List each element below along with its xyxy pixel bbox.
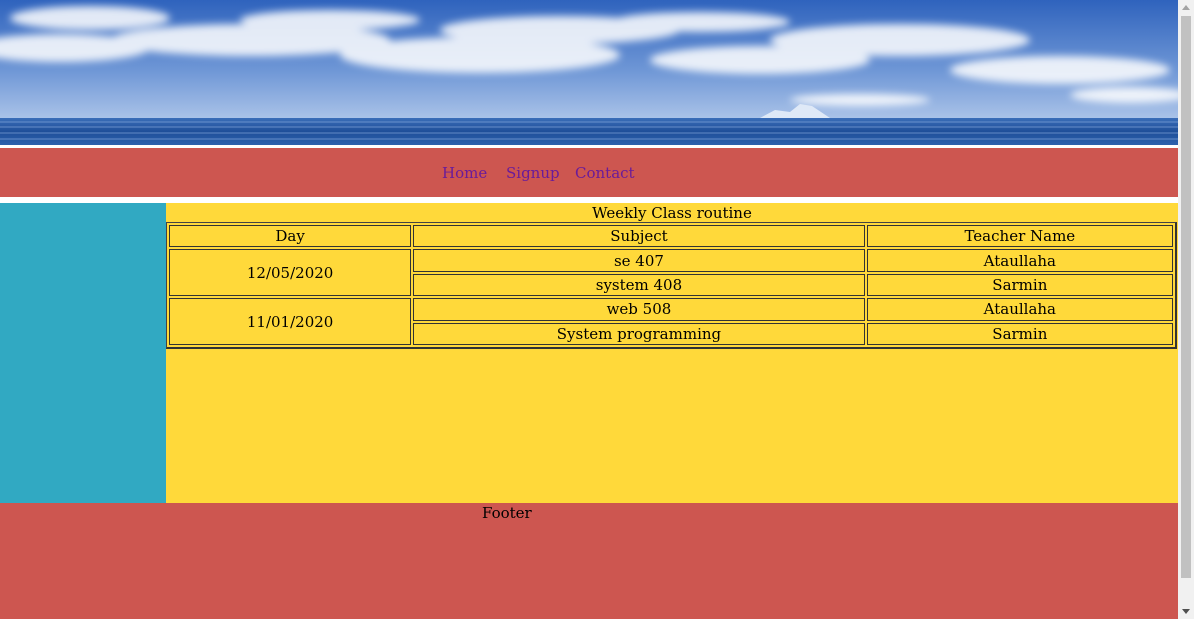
subject-cell: web 508 [413, 298, 865, 321]
nav-link-signup[interactable]: Signup [506, 164, 560, 182]
scroll-up-arrow-icon[interactable] [1182, 5, 1190, 10]
vertical-scrollbar[interactable] [1178, 0, 1194, 619]
teacher-cell: Ataullaha [866, 298, 1173, 321]
nav-bar: Home Signup Contact [0, 148, 1178, 197]
subject-cell: System programming [413, 322, 865, 345]
scrollbar-thumb[interactable] [1181, 16, 1191, 578]
header-banner-image [0, 0, 1178, 145]
scroll-down-arrow-icon[interactable] [1182, 609, 1190, 614]
table-caption: Weekly Class routine [592, 204, 752, 222]
footer: Footer [0, 503, 1178, 619]
routine-table: Day Subject Teacher Name 12/05/2020 se 4… [166, 222, 1177, 349]
teacher-cell: Ataullaha [866, 249, 1173, 272]
column-header-subject: Subject [413, 225, 865, 248]
nav-link-home[interactable]: Home [442, 164, 487, 182]
day-cell: 12/05/2020 [169, 249, 412, 297]
table-header-row: Day Subject Teacher Name [169, 225, 1173, 248]
sidebar [0, 203, 166, 503]
table-row: 11/01/2020 web 508 Ataullaha [169, 298, 1173, 345]
day-cell: 11/01/2020 [169, 298, 412, 345]
teacher-cell: Sarmin [866, 322, 1173, 345]
column-header-teacher: Teacher Name [866, 225, 1173, 248]
main-content: Weekly Class routine Day Subject Teacher… [166, 203, 1178, 503]
subject-cell: se 407 [413, 249, 865, 272]
nav-link-contact[interactable]: Contact [575, 164, 635, 182]
sky-ocean-image [0, 0, 1178, 145]
column-header-day: Day [169, 225, 412, 248]
teacher-cell: Sarmin [866, 273, 1173, 297]
footer-text: Footer [482, 504, 532, 522]
table-row: 12/05/2020 se 407 Ataullaha [169, 249, 1173, 297]
page: Home Signup Contact Weekly Class routine… [0, 0, 1178, 619]
subject-cell: system 408 [413, 273, 865, 297]
